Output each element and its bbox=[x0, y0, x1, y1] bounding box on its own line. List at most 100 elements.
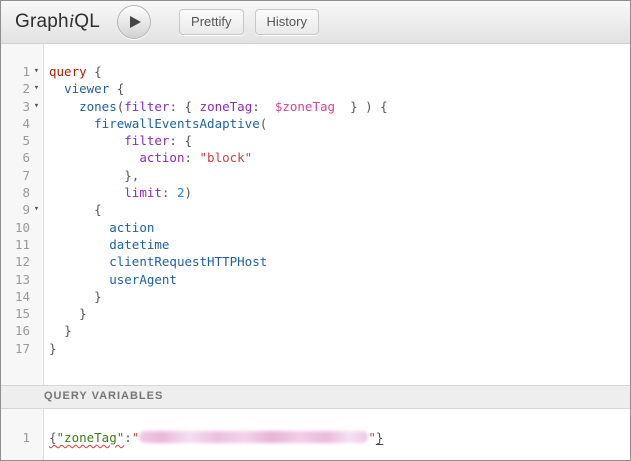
code-token: { bbox=[94, 202, 102, 217]
code-line-9[interactable]: { bbox=[49, 201, 630, 218]
code-token: ) bbox=[185, 185, 193, 200]
code-line-2[interactable]: viewer { bbox=[49, 80, 630, 97]
code-line-1[interactable]: {"zoneTag":""} bbox=[49, 429, 630, 446]
line-number: 12 bbox=[1, 253, 30, 270]
prettify-button[interactable]: Prettify bbox=[179, 9, 243, 35]
code-line-15[interactable]: } bbox=[49, 305, 630, 322]
logo-text-graph: Graph bbox=[15, 11, 69, 32]
gutter-row: 10 bbox=[1, 219, 43, 236]
gutter-row: 7 bbox=[1, 167, 43, 184]
code-line-7[interactable]: }, bbox=[49, 167, 630, 184]
code-line-4[interactable]: firewallEventsAdaptive( bbox=[49, 115, 630, 132]
code-line-5[interactable]: filter: { bbox=[49, 132, 630, 149]
line-number: 16 bbox=[1, 322, 30, 339]
code-token bbox=[49, 99, 79, 114]
fold-spacer bbox=[30, 219, 43, 236]
gutter-row: 1 bbox=[1, 429, 43, 446]
line-number: 6 bbox=[1, 149, 30, 166]
fold-spacer bbox=[30, 322, 43, 339]
code-token: " bbox=[368, 430, 376, 445]
line-number: 15 bbox=[1, 305, 30, 322]
code-token: : { bbox=[169, 99, 199, 114]
query-editor-code[interactable]: query { viewer { zones(filter: { zoneTag… bbox=[44, 44, 630, 385]
code-line-16[interactable]: } bbox=[49, 322, 630, 339]
gutter-row: 9▾ bbox=[1, 201, 43, 218]
query-variables-title-bar[interactable]: QUERY VARIABLES bbox=[1, 385, 630, 409]
fold-chevron-down-icon[interactable]: ▾ bbox=[30, 201, 43, 218]
code-token bbox=[49, 306, 79, 321]
code-line-1[interactable]: query { bbox=[49, 63, 630, 80]
fold-spacer bbox=[30, 340, 43, 357]
line-number: 2 bbox=[1, 80, 30, 97]
query-editor: 1▾2▾3▾456789▾1011121314151617 query { vi… bbox=[1, 44, 630, 385]
code-line-12[interactable]: clientRequestHTTPHost bbox=[49, 253, 630, 270]
code-line-14[interactable]: } bbox=[49, 288, 630, 305]
variables-editor-gutter: 1 bbox=[1, 409, 44, 460]
code-token: { bbox=[87, 64, 102, 79]
execute-query-button[interactable] bbox=[117, 5, 151, 39]
code-line-11[interactable]: datetime bbox=[49, 236, 630, 253]
line-number: 13 bbox=[1, 271, 30, 288]
gutter-row: 4 bbox=[1, 115, 43, 132]
code-token bbox=[49, 116, 94, 131]
graphiql-logo: GraphiQL bbox=[15, 11, 100, 33]
fold-spacer bbox=[30, 288, 43, 305]
code-token: action bbox=[109, 220, 154, 235]
code-token: : bbox=[184, 150, 199, 165]
code-token: firewallEventsAdaptive bbox=[94, 116, 260, 131]
variables-editor-code[interactable]: {"zoneTag":""} bbox=[44, 409, 630, 460]
fold-spacer bbox=[30, 149, 43, 166]
code-token: : bbox=[252, 99, 275, 114]
code-line-8[interactable]: limit: 2) bbox=[49, 184, 630, 201]
code-line-17[interactable]: } bbox=[49, 340, 630, 357]
gutter-row: 12 bbox=[1, 253, 43, 270]
fold-spacer bbox=[30, 271, 43, 288]
history-button[interactable]: History bbox=[255, 9, 319, 35]
code-token: "block" bbox=[200, 150, 253, 165]
code-token: } bbox=[79, 306, 87, 321]
line-number: 1 bbox=[1, 63, 30, 80]
code-token bbox=[49, 272, 109, 287]
line-number: 10 bbox=[1, 219, 30, 236]
line-number: 8 bbox=[1, 184, 30, 201]
code-token: } bbox=[49, 341, 57, 356]
code-token: : bbox=[124, 430, 132, 445]
gutter-row: 3▾ bbox=[1, 98, 43, 115]
code-line-13[interactable]: userAgent bbox=[49, 271, 630, 288]
code-line-10[interactable]: action bbox=[49, 219, 630, 236]
gutter-row: 14 bbox=[1, 288, 43, 305]
code-token: 2 bbox=[177, 185, 185, 200]
code-token: } bbox=[64, 323, 72, 338]
fold-chevron-down-icon[interactable]: ▾ bbox=[30, 98, 43, 115]
topbar: GraphiQL Prettify History bbox=[1, 1, 630, 44]
code-token bbox=[49, 81, 64, 96]
fold-spacer bbox=[30, 253, 43, 270]
code-token: { bbox=[49, 430, 57, 445]
fold-spacer bbox=[30, 132, 43, 149]
code-line-6[interactable]: action: "block" bbox=[49, 149, 630, 166]
code-token: datetime bbox=[109, 237, 169, 252]
code-token: zones bbox=[79, 99, 117, 114]
line-number: 17 bbox=[1, 340, 30, 357]
code-token: ( bbox=[260, 116, 268, 131]
gutter-row: 11 bbox=[1, 236, 43, 253]
code-token: } ) { bbox=[335, 99, 388, 114]
fold-chevron-down-icon[interactable]: ▾ bbox=[30, 80, 43, 97]
code-token: "zoneTag" bbox=[57, 430, 125, 445]
graphiql-window: GraphiQL Prettify History 1▾2▾3▾456789▾1… bbox=[0, 0, 631, 461]
code-token: action bbox=[139, 150, 184, 165]
code-token: } bbox=[376, 430, 384, 445]
fold-spacer bbox=[30, 236, 43, 253]
code-token bbox=[49, 220, 109, 235]
line-number: 4 bbox=[1, 115, 30, 132]
code-token: filter bbox=[124, 133, 169, 148]
code-token: : { bbox=[169, 133, 192, 148]
code-token: zoneTag bbox=[200, 99, 253, 114]
logo-text-ql: QL bbox=[74, 11, 100, 32]
code-line-3[interactable]: zones(filter: { zoneTag: $zoneTag } ) { bbox=[49, 98, 630, 115]
code-token bbox=[49, 237, 109, 252]
code-token: $zoneTag bbox=[275, 99, 335, 114]
code-token: query bbox=[49, 64, 87, 79]
code-token bbox=[49, 185, 124, 200]
fold-chevron-down-icon[interactable]: ▾ bbox=[30, 63, 43, 80]
